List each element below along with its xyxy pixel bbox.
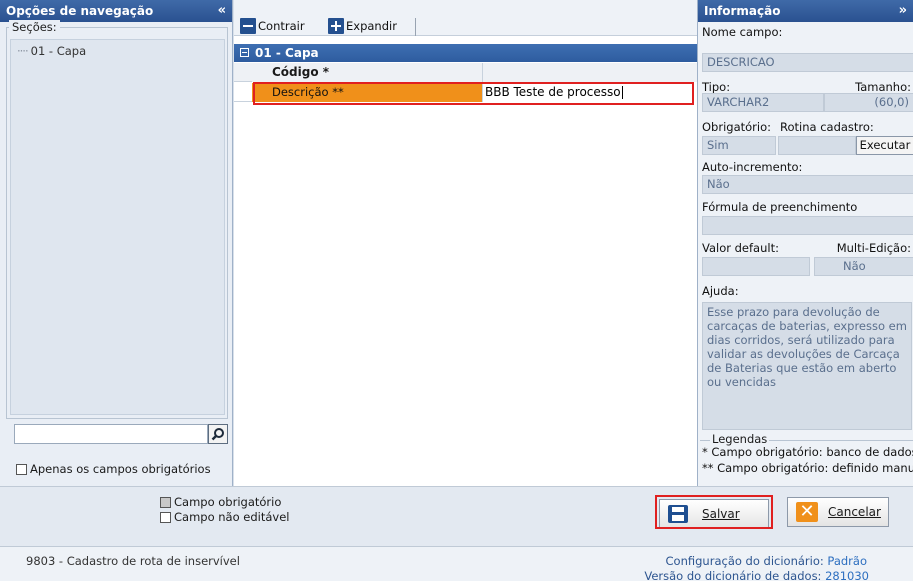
rotina-cadastro-field	[778, 136, 856, 155]
status-bar: 9803 - Cadastro de rota de inservível Co…	[0, 546, 913, 581]
campo-nao-editavel-swatch	[160, 511, 171, 523]
collapse-section-icon[interactable]	[240, 48, 249, 57]
section-title: 01 - Capa	[255, 46, 319, 60]
field-label-descricao: Descrição **	[252, 83, 482, 102]
legendas-title: Legendas	[710, 432, 770, 446]
search-button[interactable]	[208, 424, 228, 444]
section-header-01-capa[interactable]: 01 - Capa	[234, 44, 697, 62]
sections-tree[interactable]: ···· 01 - Capa	[10, 39, 225, 415]
tree-item-01-capa[interactable]: ···· 01 - Capa	[11, 44, 224, 58]
campo-obrigatorio-swatch	[160, 496, 171, 508]
sections-label: Seções:	[9, 20, 60, 34]
cancel-icon: ✕	[796, 502, 818, 522]
legend-line-1: * Campo obrigatório: banco de dados	[702, 445, 913, 459]
tipo-label: Tipo:	[702, 80, 731, 94]
legend-line-2: ** Campo obrigatório: definido manua	[702, 461, 913, 475]
routine-name: 9803 - Cadastro de rota de inservível	[26, 554, 240, 568]
only-required-checkbox[interactable]	[16, 463, 27, 475]
information-panel: Informação » Nome campo: DESCRICAO Tipo:…	[697, 0, 913, 486]
cancel-label: Cancelar	[828, 505, 881, 519]
only-required-toggle[interactable]: Apenas os campos obrigatórios	[16, 462, 211, 476]
field-label-codigo: Código *	[252, 63, 482, 82]
expand-button[interactable]: Expandir	[328, 18, 397, 34]
nome-campo-field: DESCRICAO	[702, 53, 913, 72]
executar-button[interactable]: Executar	[856, 136, 913, 155]
multi-edicao-value: Não	[843, 259, 866, 273]
search-icon	[211, 428, 224, 441]
grid-toolbar: Contrair Expandir	[234, 0, 697, 36]
dictionary-config: Configuração do dicionário: Padrão	[666, 554, 867, 568]
field-value-codigo[interactable]	[482, 63, 697, 82]
only-required-label: Apenas os campos obrigatórios	[30, 462, 211, 476]
auto-incremento-label: Auto-incremento:	[702, 160, 803, 174]
dictionary-version-value: 281030	[825, 569, 869, 581]
collapse-panel-icon[interactable]: «	[218, 0, 226, 22]
dictionary-config-label: Configuração do dicionário:	[665, 554, 824, 568]
navigation-panel-header: Opções de navegação «	[0, 0, 232, 22]
obrigatorio-field: Sim	[702, 136, 776, 155]
expand-panel-icon[interactable]: »	[899, 0, 907, 22]
tipo-field: VARCHAR2	[702, 93, 824, 112]
formula-label: Fórmula de preenchimento	[702, 200, 858, 214]
collapse-button[interactable]: Contrair	[240, 18, 305, 34]
dictionary-version-label: Versão do dicionário de dados:	[644, 569, 822, 581]
valor-default-field	[702, 257, 810, 276]
dictionary-version: Versão do dicionário de dados: 281030	[644, 569, 869, 581]
ajuda-text: Esse prazo para devolução de carcaças de…	[702, 302, 912, 430]
tree-connector-icon: ····	[17, 44, 29, 58]
valor-default-label: Valor default:	[702, 241, 779, 255]
field-value-descricao-input[interactable]: BBB Teste de processo	[482, 83, 697, 102]
navigation-panel-title: Opções de navegação	[6, 4, 154, 18]
legend-campo-nao-editavel: Campo não editável	[160, 510, 290, 524]
text-caret	[621, 86, 623, 99]
field-row-descricao[interactable]: Descrição ** BBB Teste de processo	[234, 83, 697, 102]
field-value-descricao: BBB Teste de processo	[485, 85, 621, 99]
campo-obrigatorio-label: Campo obrigatório	[174, 495, 282, 509]
auto-incremento-field: Não	[702, 175, 913, 194]
information-panel-header: Informação »	[698, 0, 913, 22]
rotina-cadastro-label: Rotina cadastro:	[780, 120, 874, 134]
action-bar: Campo obrigatório Campo não editável Sal…	[0, 486, 913, 546]
focus-highlight-save	[655, 495, 773, 529]
multi-edicao-label: Multi-Edição:	[836, 241, 911, 255]
toolbar-divider	[415, 18, 416, 36]
expand-label: Expandir	[346, 19, 397, 33]
field-row-codigo[interactable]: Código *	[234, 63, 697, 82]
collapse-icon	[240, 18, 256, 34]
nome-campo-label: Nome campo:	[702, 25, 783, 39]
legend-campo-obrigatorio: Campo obrigatório	[160, 495, 281, 509]
tamanho-label: Tamanho:	[855, 80, 911, 94]
multi-edicao-field: Não	[814, 257, 913, 276]
fields-panel: Contrair Expandir 01 - Capa Código * Des…	[234, 0, 697, 486]
ajuda-label: Ajuda:	[702, 284, 739, 298]
collapse-label: Contrair	[258, 19, 305, 33]
dictionary-config-value: Padrão	[827, 554, 867, 568]
search-input[interactable]	[14, 424, 208, 444]
information-panel-title: Informação	[704, 4, 781, 18]
cancel-button[interactable]: ✕ Cancelar	[787, 497, 889, 527]
campo-nao-editavel-label: Campo não editável	[174, 510, 290, 524]
tree-item-label: 01 - Capa	[30, 44, 87, 58]
navigation-panel: Opções de navegação « Seções: ···· 01 - C…	[0, 0, 233, 486]
tamanho-field: (60,0)	[824, 93, 913, 112]
expand-icon	[328, 18, 344, 34]
formula-field	[702, 216, 913, 235]
obrigatorio-label: Obrigatório:	[702, 120, 771, 134]
